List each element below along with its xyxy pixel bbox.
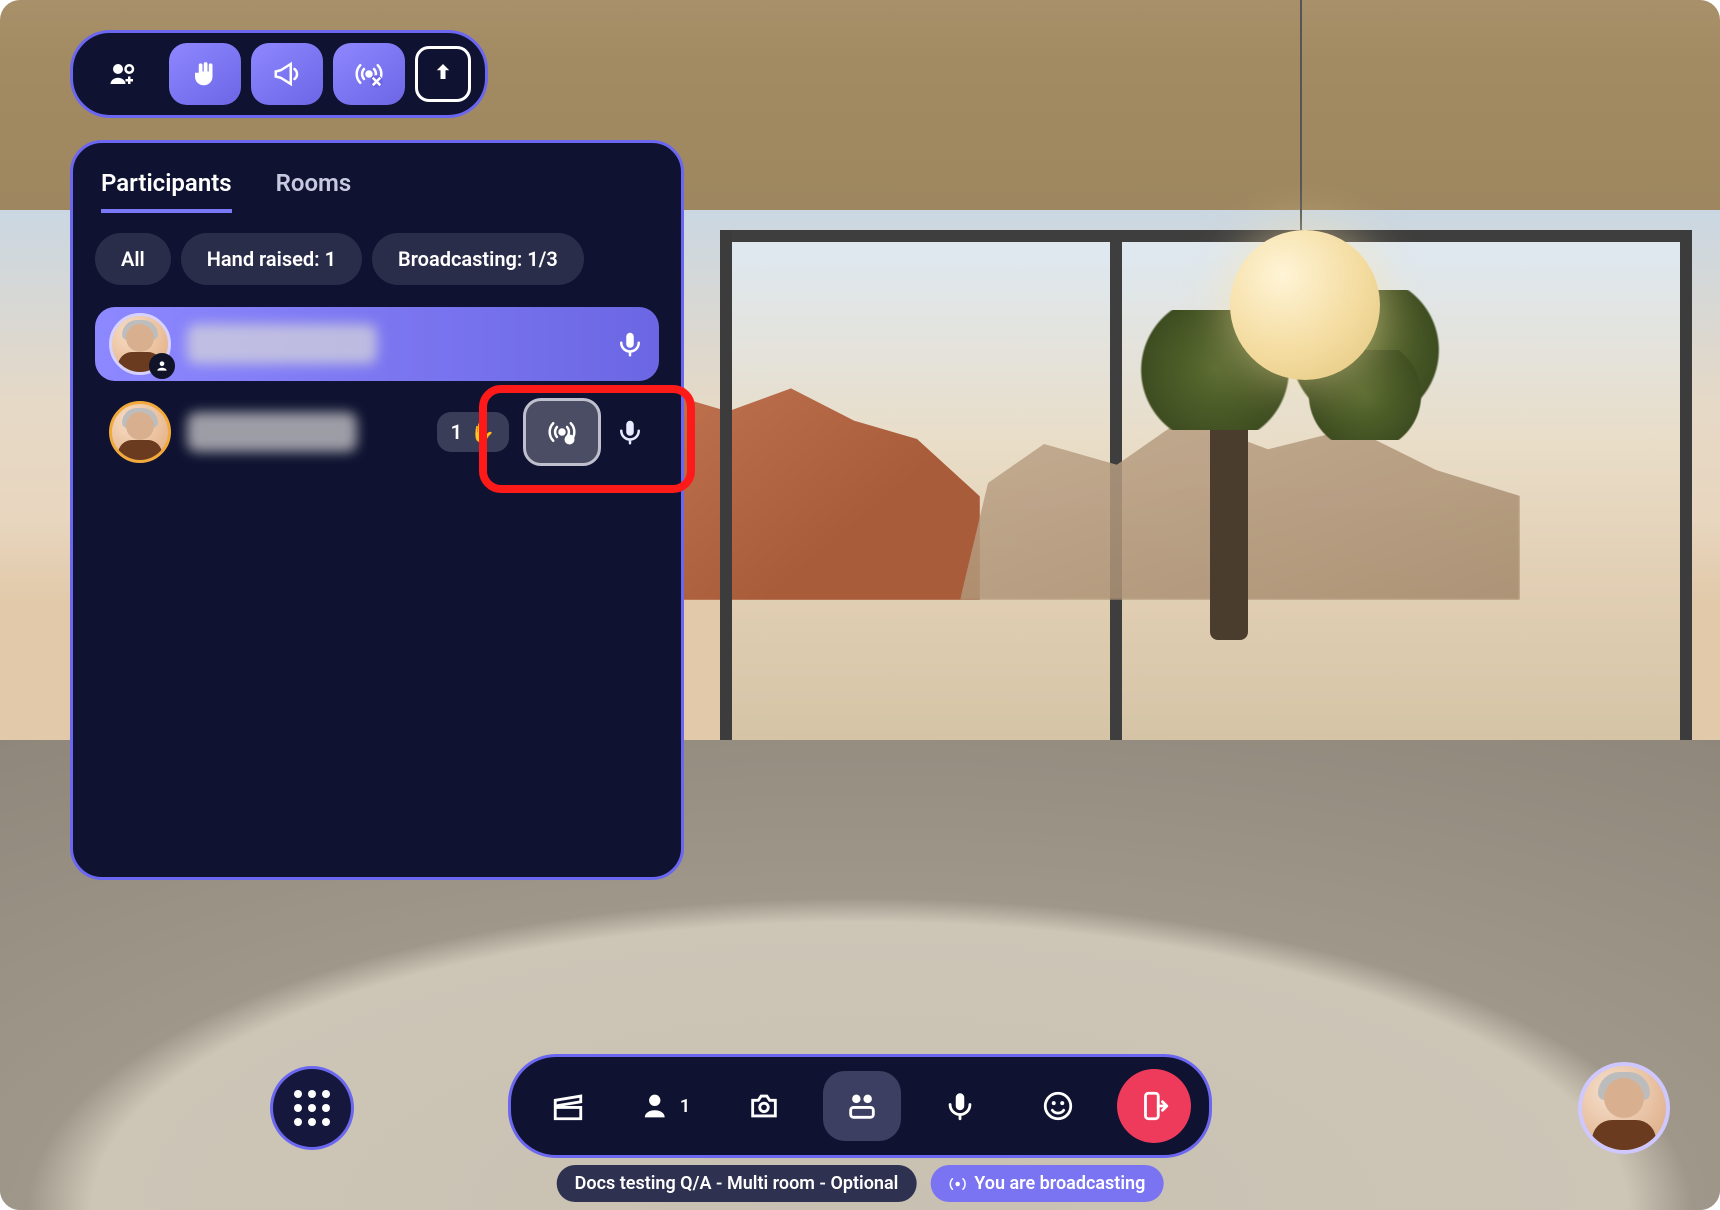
participant-name-redacted bbox=[187, 324, 377, 364]
mic-icon bbox=[615, 417, 645, 447]
avatar bbox=[109, 401, 171, 463]
host-tools-menu bbox=[70, 30, 488, 118]
grid-dots-icon bbox=[294, 1090, 330, 1126]
camera-icon bbox=[747, 1089, 781, 1123]
leave-icon bbox=[1137, 1089, 1171, 1123]
people-count: 1 bbox=[680, 1096, 690, 1117]
scenes-button[interactable] bbox=[529, 1071, 607, 1141]
share-up-icon bbox=[428, 59, 458, 89]
participant-list: 1 ✋ bbox=[95, 307, 659, 469]
participant-row[interactable] bbox=[95, 307, 659, 381]
reactions-button[interactable] bbox=[1019, 1071, 1097, 1141]
filter-all[interactable]: All bbox=[95, 233, 171, 285]
panel-tabs: Participants Rooms bbox=[101, 169, 653, 213]
participant-filters: All Hand raised: 1 Broadcasting: 1/3 bbox=[95, 233, 659, 285]
broadcast-icon bbox=[948, 1175, 966, 1193]
raise-hand-button[interactable] bbox=[169, 43, 241, 105]
content-button[interactable] bbox=[823, 1071, 901, 1141]
tab-rooms[interactable]: Rooms bbox=[276, 169, 352, 213]
pendant-lamp bbox=[1230, 230, 1380, 380]
event-name-chip[interactable]: Docs testing Q/A - Multi room - Optional bbox=[557, 1165, 917, 1202]
people-icon bbox=[642, 1089, 676, 1123]
content-icon bbox=[845, 1089, 879, 1123]
app-menu-button[interactable] bbox=[270, 1066, 354, 1150]
clapper-icon bbox=[551, 1089, 585, 1123]
broadcasting-chip[interactable]: You are broadcasting bbox=[930, 1165, 1163, 1202]
broadcast-icon bbox=[547, 417, 577, 447]
host-badge-icon bbox=[149, 353, 175, 379]
people-add-icon bbox=[108, 59, 138, 89]
leave-button[interactable] bbox=[1117, 1069, 1191, 1143]
share-button[interactable] bbox=[415, 46, 471, 102]
filter-hand-raised[interactable]: Hand raised: 1 bbox=[181, 233, 362, 285]
megaphone-icon bbox=[272, 59, 302, 89]
hand-order: 1 bbox=[451, 420, 462, 444]
allow-broadcast-button[interactable] bbox=[523, 398, 601, 466]
hand-raise-icon bbox=[190, 59, 220, 89]
participants-panel: Participants Rooms All Hand raised: 1 Br… bbox=[70, 140, 684, 880]
megaphone-button[interactable] bbox=[251, 43, 323, 105]
self-avatar-button[interactable] bbox=[1578, 1062, 1670, 1154]
meeting-toolbar: 1 bbox=[508, 1054, 1212, 1158]
people-add-button[interactable] bbox=[87, 43, 159, 105]
people-button[interactable]: 1 bbox=[627, 1071, 705, 1141]
filter-broadcasting[interactable]: Broadcasting: 1/3 bbox=[372, 233, 584, 285]
avatar-wrapper bbox=[109, 313, 171, 375]
tab-participants[interactable]: Participants bbox=[101, 169, 232, 213]
participant-row[interactable]: 1 ✋ bbox=[95, 395, 659, 469]
broadcast-toggle-button[interactable] bbox=[333, 43, 405, 105]
window-post bbox=[1680, 230, 1692, 770]
mic-indicator[interactable] bbox=[615, 329, 645, 359]
status-bar: Docs testing Q/A - Multi room - Optional… bbox=[557, 1165, 1164, 1202]
mic-button[interactable] bbox=[921, 1071, 999, 1141]
broadcasting-label: You are broadcasting bbox=[974, 1173, 1145, 1194]
broadcast-off-icon bbox=[354, 59, 384, 89]
window-post bbox=[720, 230, 732, 770]
mic-icon bbox=[943, 1089, 977, 1123]
emoji-icon bbox=[1041, 1089, 1075, 1123]
lamp-cord bbox=[1300, 0, 1302, 250]
mic-icon bbox=[615, 329, 645, 359]
participant-name-redacted bbox=[187, 412, 357, 452]
mic-indicator[interactable] bbox=[615, 417, 645, 447]
hand-raised-badge[interactable]: 1 ✋ bbox=[437, 412, 509, 452]
hand-emoji-icon: ✋ bbox=[470, 420, 495, 444]
camera-button[interactable] bbox=[725, 1071, 803, 1141]
